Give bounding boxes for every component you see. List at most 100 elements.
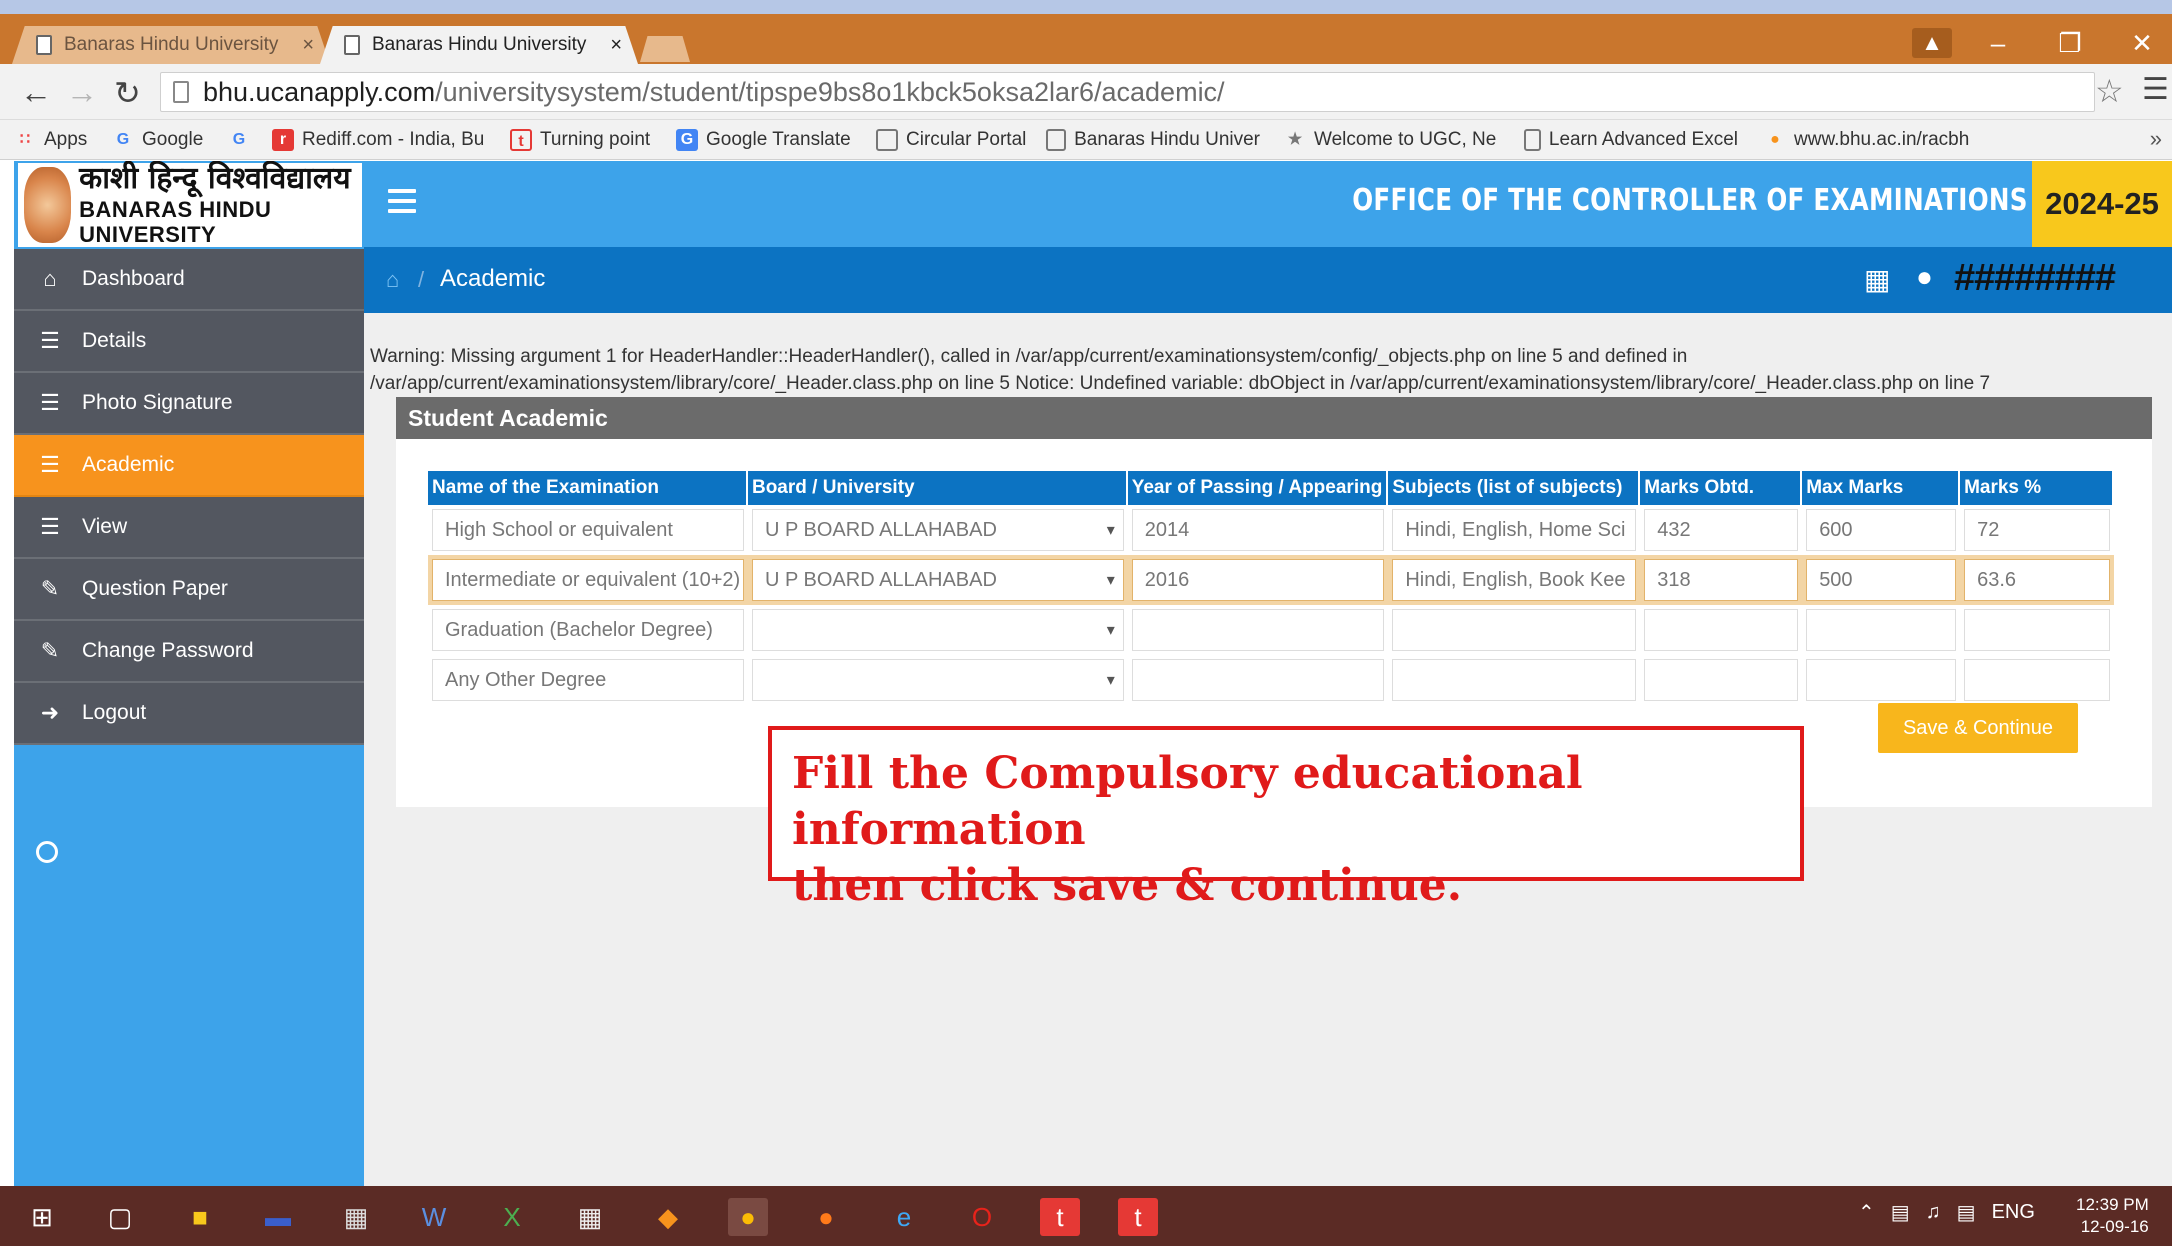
marks-percent-field[interactable]: 72 xyxy=(1964,509,2110,551)
bookmark-google-2[interactable]: G xyxy=(228,126,258,154)
close-window-button[interactable]: ✕ xyxy=(2122,28,2162,58)
app-icon[interactable]: ▦ xyxy=(336,1198,376,1236)
desktop-app-icon[interactable]: ▬ xyxy=(258,1198,298,1236)
exam-name-field[interactable]: Graduation (Bachelor Degree) xyxy=(432,609,744,651)
browser-tab-1[interactable]: Banaras Hindu University × xyxy=(12,26,330,64)
clock-date: 12-09-16 xyxy=(2080,1217,2149,1236)
bookmark-bhu-racbh[interactable]: ● www.bhu.ac.in/racbh xyxy=(1764,126,1982,154)
year-field[interactable]: 2014 xyxy=(1131,509,1385,551)
marks-obtained-field[interactable]: 318 xyxy=(1644,559,1799,601)
sidebar-item-academic[interactable]: ☰ Academic xyxy=(14,435,364,497)
task-view-icon[interactable]: ▢ xyxy=(100,1198,140,1236)
max-marks-field[interactable] xyxy=(1806,609,1957,651)
app-icon-orange[interactable]: ◆ xyxy=(648,1198,688,1236)
bookmark-circular-portal[interactable]: Circular Portal xyxy=(876,126,1026,154)
bookmark-apps[interactable]: ∷ Apps xyxy=(14,126,87,154)
page-icon xyxy=(344,35,360,55)
profile-icon[interactable]: ▲ xyxy=(1912,28,1952,58)
bookmark-google[interactable]: G Google xyxy=(112,126,204,154)
sidebar-item-dashboard[interactable]: ⌂ Dashboard xyxy=(14,249,364,311)
bookmark-bhu[interactable]: Banaras Hindu Univer xyxy=(1046,126,1260,154)
subjects-field[interactable]: Hindi, English, Book Kee xyxy=(1392,559,1637,601)
new-tab-button[interactable] xyxy=(640,36,690,62)
hamburger-menu-icon[interactable] xyxy=(388,189,416,213)
subjects-field[interactable] xyxy=(1392,659,1637,701)
subjects-field[interactable] xyxy=(1392,609,1637,651)
marks-obtained-field[interactable] xyxy=(1644,609,1799,651)
firefox-icon[interactable]: ● xyxy=(806,1198,846,1236)
edit-icon: ✎ xyxy=(40,638,60,663)
chevron-up-icon[interactable]: ⌃ xyxy=(1858,1200,1875,1225)
bookmark-google-translate[interactable]: G Google Translate xyxy=(676,126,851,154)
marks-percent-field[interactable]: 63.6 xyxy=(1964,559,2110,601)
turning-point-icon[interactable]: t xyxy=(1040,1198,1080,1236)
list-icon: ☰ xyxy=(40,390,60,415)
menu-icon[interactable]: ☰ xyxy=(2142,72,2169,107)
marks-obtained-field[interactable]: 432 xyxy=(1644,509,1799,551)
board-select[interactable]: U P BOARD ALLAHABAD xyxy=(751,559,1124,601)
internet-explorer-icon[interactable]: e xyxy=(884,1198,924,1236)
board-select[interactable] xyxy=(751,609,1124,651)
language-indicator[interactable]: ENG xyxy=(1992,1201,2035,1224)
turning-point-icon-2[interactable]: t xyxy=(1118,1198,1158,1236)
browser-tab-2[interactable]: Banaras Hindu University × xyxy=(320,26,638,64)
exam-name-field[interactable]: Any Other Degree xyxy=(432,659,744,701)
word-icon[interactable]: W xyxy=(414,1198,454,1236)
chrome-icon[interactable]: ● xyxy=(728,1198,768,1236)
clock-icon[interactable] xyxy=(36,841,58,863)
logout-icon: ➜ xyxy=(40,700,60,725)
calculator-icon[interactable]: ▦ xyxy=(570,1198,610,1236)
sidebar-item-change-password[interactable]: ✎ Change Password xyxy=(14,621,364,683)
sidebar-item-question-paper[interactable]: ✎ Question Paper xyxy=(14,559,364,621)
network-icon[interactable]: ▤ xyxy=(1891,1200,1910,1225)
max-marks-field[interactable] xyxy=(1806,659,1957,701)
exam-name-field[interactable]: High School or equivalent xyxy=(432,509,744,551)
year-field[interactable] xyxy=(1131,659,1385,701)
user-icon[interactable]: ● xyxy=(1916,261,1933,293)
opera-icon[interactable]: O xyxy=(962,1198,1002,1236)
home-icon[interactable]: ⌂ xyxy=(386,267,399,293)
tab-close-button[interactable]: × xyxy=(594,34,622,57)
marks-percent-field[interactable] xyxy=(1964,609,2110,651)
board-select[interactable] xyxy=(751,659,1124,701)
minimize-button[interactable]: – xyxy=(1978,28,2018,58)
sidebar-item-logout[interactable]: ➜ Logout xyxy=(14,683,364,745)
bookmark-ugc[interactable]: ★ Welcome to UGC, Ne xyxy=(1284,126,1502,154)
excel-icon[interactable]: X xyxy=(492,1198,532,1236)
reload-icon[interactable]: ↻ xyxy=(114,74,141,112)
exam-name-field[interactable]: Intermediate or equivalent (10+2) xyxy=(432,559,744,601)
sidebar-item-view[interactable]: ☰ View xyxy=(14,497,364,559)
restore-button[interactable]: ❐ xyxy=(2050,28,2090,58)
file-explorer-icon[interactable]: ■ xyxy=(180,1198,220,1236)
sidebar-item-details[interactable]: ☰ Details xyxy=(14,311,364,373)
notification-icon[interactable]: ▤ xyxy=(1957,1200,1976,1225)
bookmark-rediff[interactable]: r Rediff.com - India, Bu xyxy=(272,126,494,154)
max-marks-field[interactable]: 600 xyxy=(1806,509,1957,551)
taskbar-clock[interactable]: 12:39 PM 12-09-16 xyxy=(2076,1194,2149,1238)
bookmark-turning-point[interactable]: t Turning point xyxy=(510,126,650,154)
back-arrow-icon[interactable]: ← xyxy=(20,74,52,111)
board-select[interactable]: U P BOARD ALLAHABAD xyxy=(751,509,1124,551)
bookmark-excel[interactable]: Learn Advanced Excel xyxy=(1524,126,1738,154)
office-title: OFFICE OF THE CONTROLLER OF EXAMINATIONS xyxy=(1352,183,2028,218)
save-continue-button[interactable]: Save & Continue xyxy=(1878,703,2078,753)
calendar-icon[interactable]: ▦ xyxy=(1864,263,1890,296)
marks-obtained-field[interactable] xyxy=(1644,659,1799,701)
university-logo[interactable]: काशी हिन्दू विश्वविद्यालय BANARAS HINDU … xyxy=(18,162,362,247)
marks-percent-field[interactable] xyxy=(1964,659,2110,701)
year-field[interactable]: 2016 xyxy=(1131,559,1385,601)
tab-close-button[interactable]: × xyxy=(286,34,314,57)
user-name-redacted[interactable]: ######## xyxy=(1954,257,2116,300)
windows-start-icon[interactable]: ⊞ xyxy=(22,1198,62,1236)
volume-icon[interactable]: ♫ xyxy=(1926,1201,1941,1224)
more-bookmarks-icon[interactable]: » xyxy=(2150,126,2162,152)
sidebar-item-photo-signature[interactable]: ☰ Photo Signature xyxy=(14,373,364,435)
year-field[interactable] xyxy=(1131,609,1385,651)
bookmark-star-icon[interactable]: ☆ xyxy=(2095,72,2124,110)
subjects-field[interactable]: Hindi, English, Home Sci xyxy=(1392,509,1637,551)
max-marks-field[interactable]: 500 xyxy=(1806,559,1957,601)
url-input[interactable]: bhu.ucanapply.com/universitysystem/stude… xyxy=(160,72,2095,112)
windows-taskbar: ⊞ ▢ ■ ▬ ▦ W X ▦ ◆ ● ● e O t t ⌃ ▤ ♫ ▤ EN… xyxy=(0,1186,2172,1246)
table-row: Any Other Degree xyxy=(428,655,2114,705)
forward-arrow-icon[interactable]: → xyxy=(66,74,98,111)
